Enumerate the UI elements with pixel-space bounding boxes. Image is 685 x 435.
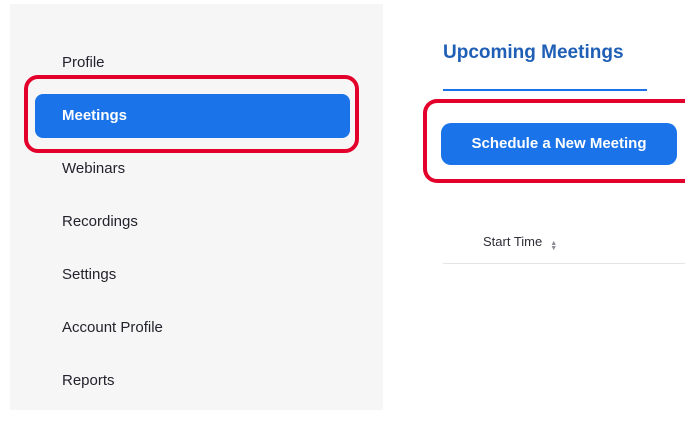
column-header-label: Start Time bbox=[483, 234, 543, 249]
sidebar-item-meetings[interactable]: Meetings bbox=[35, 94, 350, 138]
sidebar-item-webinars[interactable]: Webinars bbox=[35, 147, 350, 191]
sidebar-item-account-profile[interactable]: Account Profile bbox=[35, 306, 350, 350]
tab-upcoming-meetings[interactable]: Upcoming Meetings bbox=[443, 42, 624, 64]
sidebar-item-reports[interactable]: Reports bbox=[35, 359, 350, 403]
sidebar-item-profile[interactable]: Profile bbox=[35, 41, 350, 85]
table-header-divider bbox=[443, 263, 685, 264]
sidebar: Profile Meetings Webinars Recordings Set… bbox=[10, 4, 383, 410]
page: Profile Meetings Webinars Recordings Set… bbox=[0, 0, 685, 435]
sort-descending-icon: ▼ bbox=[550, 245, 558, 252]
schedule-new-meeting-button[interactable]: Schedule a New Meeting bbox=[441, 123, 677, 165]
sidebar-item-settings[interactable]: Settings bbox=[35, 253, 350, 297]
column-header-start-time[interactable]: Start Time ▲ ▼ bbox=[483, 234, 558, 252]
sidebar-item-recordings[interactable]: Recordings bbox=[35, 200, 350, 244]
active-tab-indicator bbox=[443, 89, 647, 91]
sort-icon[interactable]: ▲ ▼ bbox=[550, 240, 558, 252]
